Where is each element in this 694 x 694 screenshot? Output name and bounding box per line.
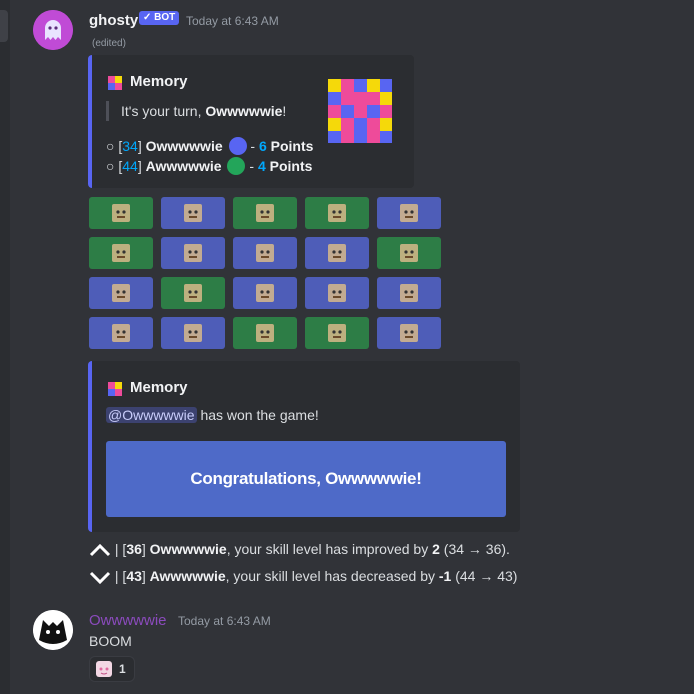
winner-line: @Owwwwwie has won the game! <box>106 407 319 423</box>
memory-game-icon <box>108 76 122 90</box>
monkey-card-icon <box>112 324 130 342</box>
won-text: has won the game! <box>196 407 319 423</box>
dog-card-icon <box>112 284 130 302</box>
cat-card-icon <box>184 244 202 262</box>
scrollbar[interactable] <box>0 10 8 42</box>
chevron-up-icon <box>89 544 111 557</box>
doge-card-icon <box>184 324 202 342</box>
user-username[interactable]: Owwwwwie <box>89 612 167 629</box>
memory-card[interactable] <box>377 277 441 309</box>
memory-card[interactable] <box>377 237 441 269</box>
glass-card-icon <box>400 244 418 262</box>
player-name: Owwwwwie <box>145 138 223 154</box>
pikachu-card-icon <box>256 204 274 222</box>
bot-username[interactable]: ghosty <box>89 12 138 29</box>
memory-card[interactable] <box>233 237 297 269</box>
pikachu-card-icon <box>112 244 130 262</box>
monkey-card-icon <box>328 284 346 302</box>
result-embed: Memory @Owwwwwie has won the game! Congr… <box>88 361 520 532</box>
frog-card-icon <box>184 284 202 302</box>
blue-circle-icon <box>228 137 247 155</box>
memory-card[interactable] <box>89 197 153 229</box>
turn-suffix: ! <box>282 103 287 119</box>
memory-card[interactable] <box>89 277 153 309</box>
congratulations-banner: Congratulations, Owwwwwie! <box>106 441 506 517</box>
server-sidebar <box>0 0 10 694</box>
meme-card-icon <box>256 284 274 302</box>
memory-card[interactable] <box>161 277 225 309</box>
player-name: Awwwwwie <box>145 158 222 174</box>
turn-player: Owwwwwie <box>205 103 283 119</box>
edited-label: (edited) <box>92 38 126 49</box>
memory-board <box>89 197 441 349</box>
cat-card-icon <box>184 204 202 222</box>
anime-emoji-icon <box>96 661 112 677</box>
memory-card[interactable] <box>161 317 225 349</box>
message-timestamp: Today at 6:43 AM <box>186 14 279 28</box>
player-score-1: ○ [34] Owwwwwie - 6 Points <box>106 137 314 155</box>
dog-card-icon <box>400 284 418 302</box>
game-embed: Memory It's your turn, Owwwwwie! ○ [34] … <box>88 55 414 188</box>
meme-card-icon <box>400 204 418 222</box>
memory-thumbnail-icon <box>328 79 392 143</box>
embed-title: Memory <box>130 73 188 90</box>
turn-quote: It's your turn, Owwwwwie! <box>106 101 286 121</box>
bot-badge: ✓ BOT <box>139 11 180 25</box>
memory-card[interactable] <box>305 317 369 349</box>
doge-card-icon <box>328 244 346 262</box>
memory-card[interactable] <box>233 317 297 349</box>
memory-card[interactable] <box>233 277 297 309</box>
reaction-button[interactable]: 1 <box>89 656 135 682</box>
face-card-icon <box>112 204 130 222</box>
memory-card[interactable] <box>305 237 369 269</box>
glass-card-icon <box>256 324 274 342</box>
face-card-icon <box>328 324 346 342</box>
memory-card[interactable] <box>89 317 153 349</box>
memory-game-icon <box>108 382 122 396</box>
memory-card[interactable] <box>89 237 153 269</box>
cat-avatar-icon <box>33 610 73 650</box>
player-name: Owwwwwie <box>149 541 227 557</box>
memory-card[interactable] <box>161 197 225 229</box>
reaction-count: 1 <box>119 662 126 676</box>
skill-update-down: | [43] Awwwwwie, your skill level has de… <box>89 568 517 585</box>
turn-text: It's your turn, <box>121 103 206 119</box>
avatar[interactable] <box>33 610 73 650</box>
memory-card[interactable] <box>161 237 225 269</box>
green-circle-icon <box>227 157 246 175</box>
ghost-avatar-icon <box>33 10 73 50</box>
memory-card[interactable] <box>233 197 297 229</box>
skill-update-up: | [36] Owwwwwie, your skill level has im… <box>89 541 510 557</box>
squidward-card-icon <box>400 324 418 342</box>
user-mention[interactable]: @Owwwwwie <box>106 407 197 423</box>
player-score-2: ○ [44] Awwwwwie - 4 Points <box>106 157 313 175</box>
avatar[interactable] <box>33 10 73 50</box>
memory-card[interactable] <box>305 197 369 229</box>
frog-card-icon <box>328 204 346 222</box>
embed-title: Memory <box>130 379 188 396</box>
banner-text: Congratulations, Owwwwwie! <box>190 469 422 488</box>
player-name: Awwwwwie <box>149 568 226 584</box>
memory-card[interactable] <box>305 277 369 309</box>
memory-card[interactable] <box>377 197 441 229</box>
chevron-down-icon <box>89 572 111 585</box>
memory-card[interactable] <box>377 317 441 349</box>
squidward-card-icon <box>256 244 274 262</box>
message-text: BOOM <box>89 633 132 649</box>
message-timestamp: Today at 6:43 AM <box>178 614 271 628</box>
